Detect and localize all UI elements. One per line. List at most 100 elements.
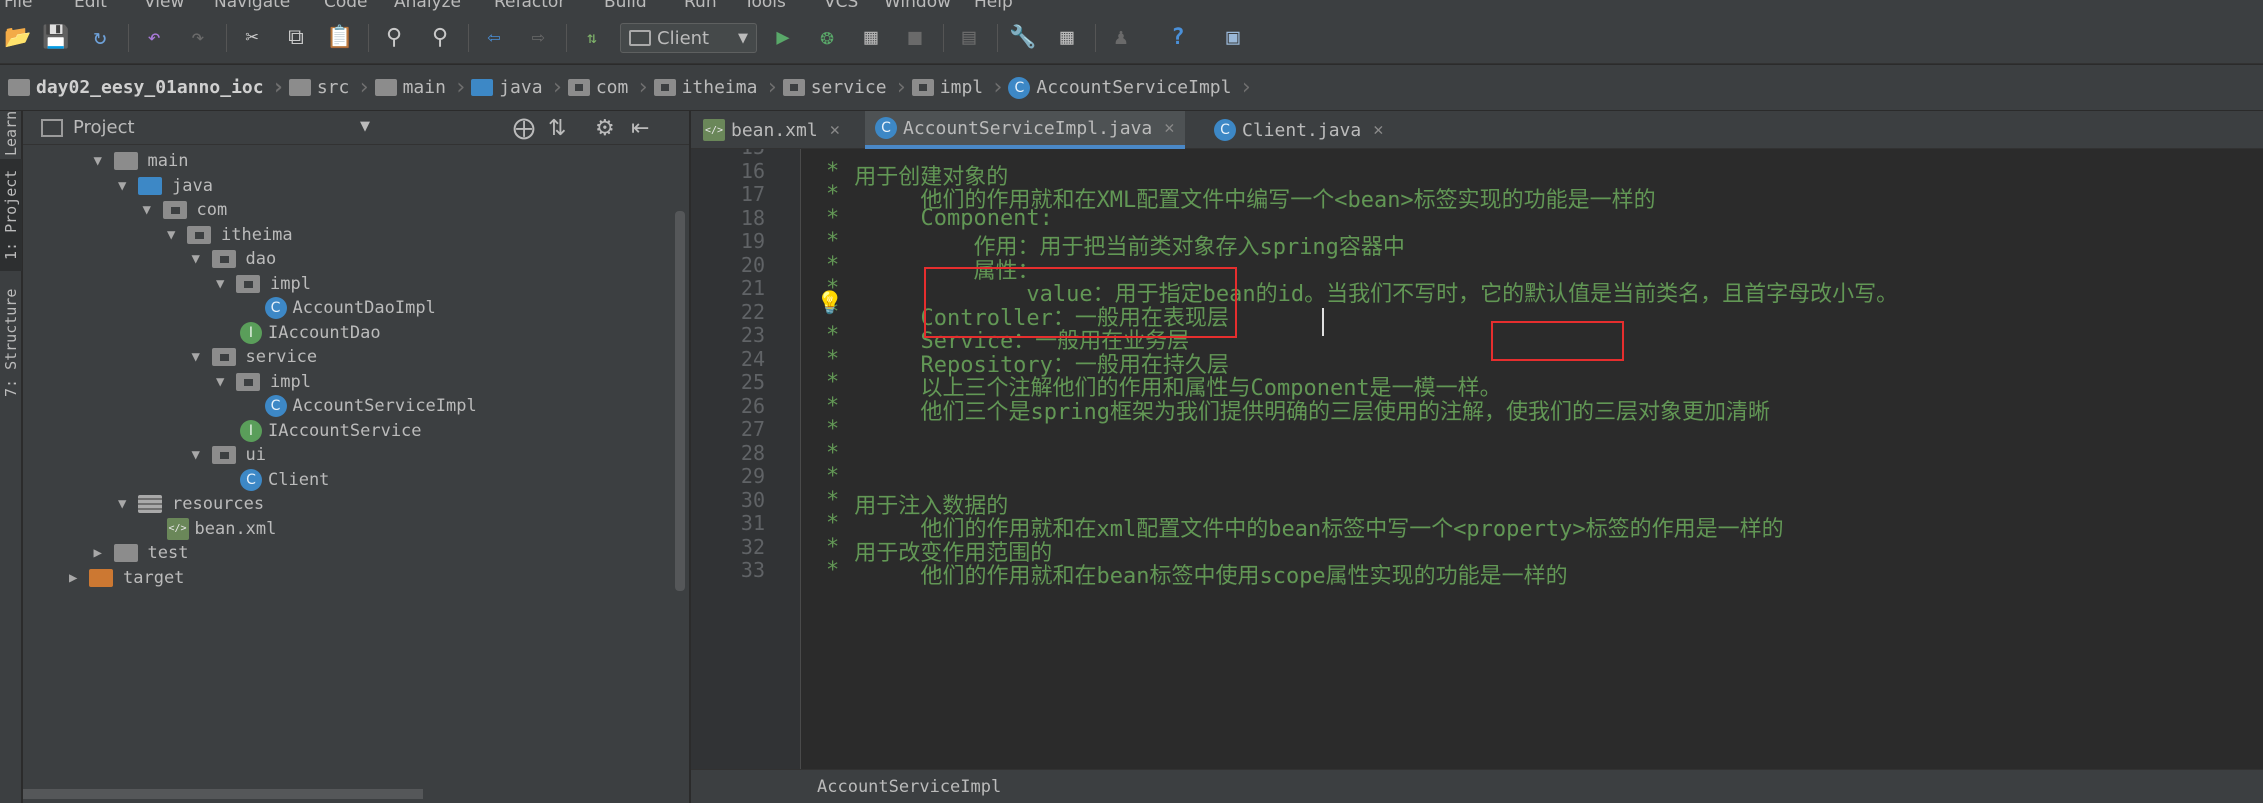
tree-item-com[interactable]: ▼ com: [143, 198, 228, 222]
package-icon: [567, 79, 590, 96]
hide-panel-icon[interactable]: ⇤: [631, 116, 649, 141]
open-icon[interactable]: 📂: [2, 22, 34, 54]
save-icon[interactable]: 💾: [40, 22, 72, 54]
chevron-down-icon[interactable]: ▼: [167, 227, 187, 243]
menu-item-run[interactable]: Run: [684, 0, 717, 12]
locate-icon[interactable]: ⨁: [513, 116, 535, 141]
breadcrumb-class[interactable]: C AccountServiceImpl ›: [1008, 75, 1253, 100]
replace-icon[interactable]: ⚲: [424, 22, 456, 54]
debug-icon[interactable]: ❂: [811, 22, 843, 54]
close-icon[interactable]: ✕: [1164, 118, 1174, 138]
breadcrumb-java[interactable]: java ›: [471, 75, 564, 100]
chevron-down-icon[interactable]: ▼: [118, 178, 138, 194]
tree-item-client[interactable]: C Client: [240, 468, 329, 492]
chevron-down-icon[interactable]: ▼: [143, 202, 163, 218]
structure-tab[interactable]: 7: Structure: [0, 287, 22, 399]
collapse-all-icon[interactable]: ⇅: [548, 116, 566, 141]
chevron-down-icon[interactable]: ▼: [192, 447, 212, 463]
chevron-down-icon[interactable]: ▼: [192, 251, 212, 267]
chevron-down-icon[interactable]: ▼: [94, 153, 114, 169]
tree-item-dao[interactable]: ▼ dao: [192, 247, 277, 271]
chevron-down-icon[interactable]: ▼: [360, 119, 370, 134]
chevron-down-icon[interactable]: ▼: [118, 496, 138, 512]
make-icon[interactable]: ⇅: [576, 22, 608, 54]
stop-icon[interactable]: ■: [899, 22, 931, 54]
tab-client-java[interactable]: C Client.java ✕: [1204, 111, 1393, 149]
code-line[interactable]: Component:: [841, 206, 1052, 231]
menu-item-navigate[interactable]: Navigate: [214, 0, 290, 12]
tree-scrollbar[interactable]: [675, 211, 685, 591]
menu-item-tools[interactable]: Tools: [744, 0, 786, 12]
tree-item-accountserviceimpl[interactable]: C AccountServiceImpl: [264, 394, 477, 418]
tree-item-accountdaoimpl[interactable]: C AccountDaoImpl: [264, 296, 436, 320]
lightbulb-icon[interactable]: 💡: [816, 291, 843, 316]
tree-item-bean-xml[interactable]: </> bean.xml: [166, 517, 276, 541]
tree-item-itheima[interactable]: ▼ itheima: [167, 223, 293, 247]
settings-icon[interactable]: 🔧: [1007, 22, 1039, 54]
breadcrumb-itheima[interactable]: itheima ›: [653, 75, 779, 100]
help-icon[interactable]: ?: [1162, 22, 1194, 54]
project-structure-icon[interactable]: ▦: [1051, 22, 1083, 54]
close-icon[interactable]: ✕: [830, 120, 840, 140]
chevron-down-icon[interactable]: ▼: [216, 276, 236, 292]
menu-item-view[interactable]: View: [144, 0, 184, 12]
tab-bean-xml[interactable]: </> bean.xml ✕: [693, 111, 850, 149]
breadcrumb-service[interactable]: service ›: [782, 75, 908, 100]
breadcrumb-main[interactable]: main ›: [374, 75, 467, 100]
tree-item-resources[interactable]: ▼ resources: [118, 492, 264, 516]
sync-icon[interactable]: ↻: [84, 22, 116, 54]
breadcrumb-src[interactable]: src ›: [288, 75, 371, 100]
forward-icon[interactable]: ⇨: [522, 22, 554, 54]
horizontal-scrollbar[interactable]: [23, 789, 423, 799]
chevron-right-icon[interactable]: ▶: [94, 545, 114, 561]
sdk-icon[interactable]: ▤: [953, 22, 985, 54]
project-tab[interactable]: 1: Project: [0, 159, 22, 271]
code-line[interactable]: 他们的作用就和在bean标签中使用scope属性实现的功能是一样的: [841, 558, 1567, 590]
breadcrumb-com[interactable]: com ›: [567, 75, 650, 100]
paste-icon[interactable]: 📋: [324, 22, 356, 54]
menu-item-analyze[interactable]: Analyze: [394, 0, 461, 12]
redo-icon[interactable]: ↷: [182, 22, 214, 54]
chevron-down-icon[interactable]: ▼: [216, 374, 236, 390]
breadcrumb-project[interactable]: day02_eesy_01anno_ioc ›: [8, 75, 285, 100]
menu-item-window[interactable]: Window: [884, 0, 951, 12]
menu-item-refactor[interactable]: Refactor: [494, 0, 565, 12]
vcs-icon[interactable]: ♟: [1105, 22, 1137, 54]
run-config-select[interactable]: Client ▼: [620, 23, 757, 53]
tree-item-ui[interactable]: ▼ ui: [192, 443, 266, 467]
code-line[interactable]: 他们三个是spring框架为我们提供明确的三层使用的注解，使我们的三层对象更加清…: [841, 394, 1769, 426]
editor-breadcrumb-label[interactable]: AccountServiceImpl: [817, 777, 1001, 797]
code-editor[interactable]: 15161718192021222324252627282930313233 *…: [691, 149, 2263, 769]
learn-tab[interactable]: Learn: [0, 110, 22, 155]
undo-icon[interactable]: ↶: [138, 22, 170, 54]
menu-item-vcs[interactable]: VCS: [824, 0, 858, 12]
tree-item-test[interactable]: ▶ test: [94, 541, 189, 565]
menu-item-code[interactable]: Code: [324, 0, 368, 12]
tab-accountserviceimpl[interactable]: C AccountServiceImpl.java ✕: [865, 111, 1185, 149]
back-icon[interactable]: ⇦: [478, 22, 510, 54]
run-icon[interactable]: ▶: [767, 22, 799, 54]
menu-item-edit[interactable]: Edit: [74, 0, 107, 12]
tree-item-main[interactable]: ▼ main: [94, 149, 189, 173]
line-number: 33: [740, 558, 765, 582]
menu-item-build[interactable]: Build: [604, 0, 647, 12]
copy-icon[interactable]: ⧉: [280, 22, 312, 54]
tree-item-impl[interactable]: ▼ impl: [216, 370, 311, 394]
tree-item-iaccountservice[interactable]: I IAccountService: [240, 419, 422, 443]
cut-icon[interactable]: ✂: [236, 22, 268, 54]
tree-item-java[interactable]: ▼ java: [118, 174, 213, 198]
find-icon[interactable]: ⚲: [378, 22, 410, 54]
menu-item-help[interactable]: Help: [974, 0, 1013, 12]
menu-item-file[interactable]: File: [4, 0, 32, 12]
tree-item-impl[interactable]: ▼ impl: [216, 272, 311, 296]
plugin-icon[interactable]: ▣: [1217, 22, 1249, 54]
close-icon[interactable]: ✕: [1373, 120, 1383, 140]
breadcrumb-impl[interactable]: impl ›: [911, 75, 1004, 100]
tree-item-iaccountdao[interactable]: I IAccountDao: [240, 321, 381, 345]
chevron-right-icon[interactable]: ▶: [69, 570, 89, 586]
tree-item-target[interactable]: ▶ target: [69, 566, 184, 590]
coverage-icon[interactable]: ▦: [855, 22, 887, 54]
gear-icon[interactable]: ⚙: [595, 116, 615, 141]
tree-item-service[interactable]: ▼ service: [192, 345, 318, 369]
chevron-down-icon[interactable]: ▼: [192, 349, 212, 365]
